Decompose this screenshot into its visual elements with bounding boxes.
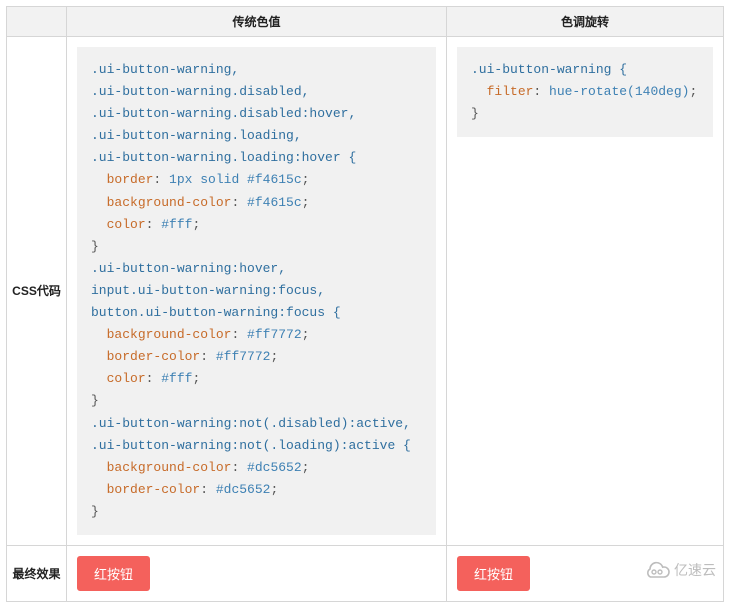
row-label-result: 最终效果 <box>7 545 67 601</box>
code-block-traditional: .ui-button-warning, .ui-button-warning.d… <box>77 47 436 535</box>
header-hue-rotate: 色调旋转 <box>447 7 724 37</box>
header-blank <box>7 7 67 37</box>
result-cell-traditional: 红按钮 <box>67 545 447 601</box>
result-cell-hue-rotate: 红按钮 <box>447 545 724 601</box>
red-button-hue-rotate[interactable]: 红按钮 <box>457 556 530 591</box>
code-cell-traditional: .ui-button-warning, .ui-button-warning.d… <box>67 37 447 546</box>
comparison-table: 传统色值 色调旋转 CSS代码 .ui-button-warning, .ui-… <box>6 6 724 602</box>
row-label-css: CSS代码 <box>7 37 67 546</box>
red-button-traditional[interactable]: 红按钮 <box>77 556 150 591</box>
code-cell-hue-rotate: .ui-button-warning { filter: hue-rotate(… <box>447 37 724 546</box>
header-traditional: 传统色值 <box>67 7 447 37</box>
code-block-hue-rotate: .ui-button-warning { filter: hue-rotate(… <box>457 47 713 137</box>
